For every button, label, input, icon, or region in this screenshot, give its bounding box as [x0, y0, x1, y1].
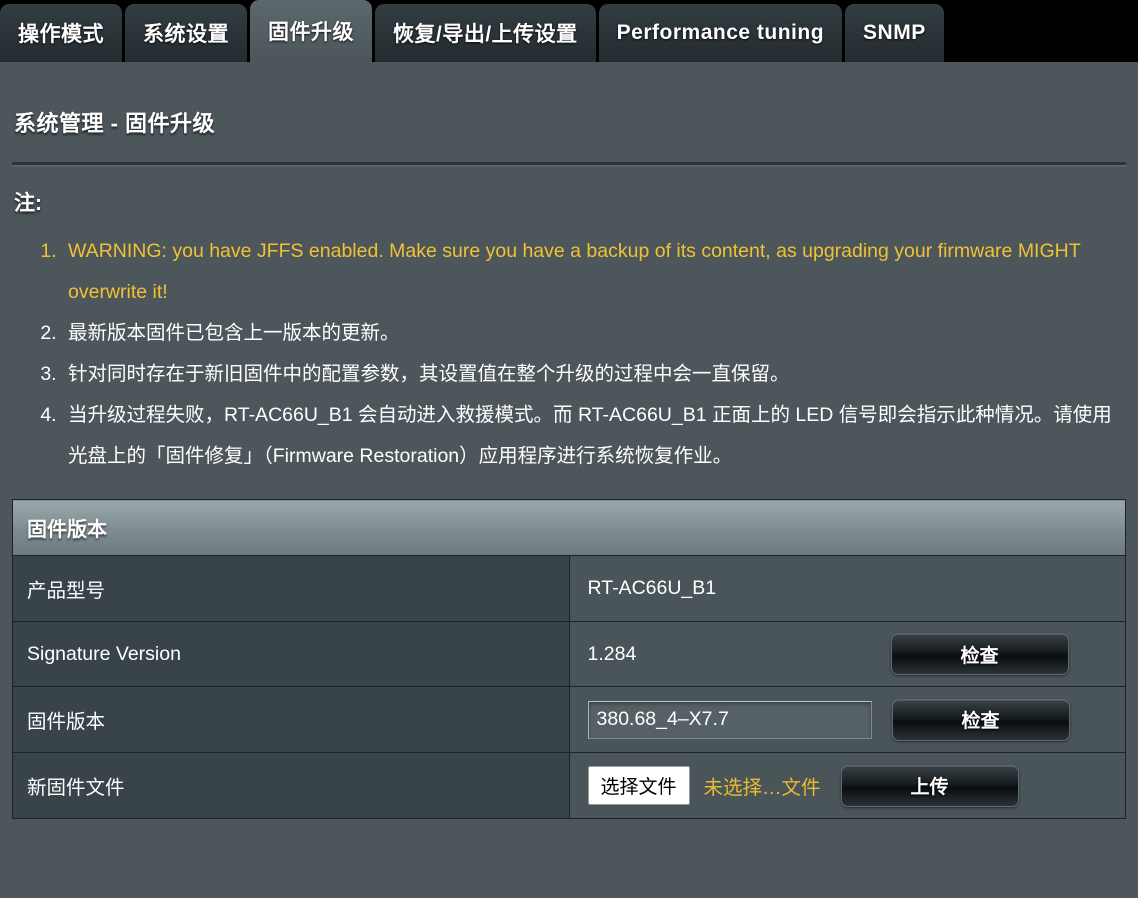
tab-label: 恢复/导出/上传设置 — [393, 23, 578, 46]
row-value-new-firmware-file: 选择文件 未选择…文件 上传 — [569, 752, 1126, 819]
tab-performance-tuning[interactable]: Performance tuning — [598, 4, 843, 62]
tab-label: 系统设置 — [143, 23, 229, 46]
tab-restore-export-upload-settings[interactable]: 恢复/导出/上传设置 — [375, 4, 596, 62]
row-value-firmware-version: 检查 — [569, 686, 1126, 753]
notes-list: WARNING: you have JFFS enabled. Make sur… — [12, 231, 1126, 477]
file-selection-status: 未选择…文件 — [703, 777, 821, 799]
table-row: 新固件文件 选择文件 未选择…文件 上传 — [12, 752, 1126, 819]
note-item: 最新版本固件已包含上一版本的更新。 — [62, 313, 1126, 354]
table-section-header-row: 固件版本 — [12, 499, 1126, 556]
page-title: 系统管理 - 固件升级 — [14, 111, 216, 136]
tab-label: 固件升级 — [268, 21, 354, 44]
table-row: 产品型号 RT-AC66U_B1 — [12, 555, 1126, 622]
content-area: 系统管理 - 固件升级 注: WARNING: you have JFFS en… — [0, 62, 1138, 898]
tab-label: SNMP — [863, 21, 926, 44]
check-firmware-version-button[interactable]: 检查 — [891, 698, 1070, 741]
row-label-new-firmware-file: 新固件文件 — [12, 752, 570, 819]
row-label-signature-version: Signature Version — [12, 621, 570, 687]
upload-firmware-button[interactable]: 上传 — [840, 764, 1019, 807]
file-input[interactable]: 选择文件 未选择…文件 — [587, 766, 821, 805]
tab-system-settings[interactable]: 系统设置 — [125, 4, 247, 62]
row-value-product-model: RT-AC66U_B1 — [569, 555, 1126, 622]
tab-firmware-upgrade[interactable]: 固件升级 — [250, 0, 372, 62]
firmware-version-input[interactable] — [587, 700, 872, 739]
tab-label: 操作模式 — [18, 23, 104, 46]
tab-snmp[interactable]: SNMP — [845, 4, 944, 62]
product-model-value: RT-AC66U_B1 — [587, 577, 717, 599]
choose-file-button[interactable]: 选择文件 — [587, 766, 690, 805]
check-signature-version-button[interactable]: 检查 — [890, 633, 1069, 675]
row-label-product-model: 产品型号 — [12, 555, 570, 622]
note-item: 针对同时存在于新旧固件中的配置参数，其设置值在整个升级的过程中会一直保留。 — [62, 354, 1126, 395]
row-value-signature-version: 1.284 检查 — [569, 621, 1126, 687]
table-row: Signature Version 1.284 检查 — [12, 621, 1126, 687]
notes-heading: 注: — [14, 192, 42, 215]
tab-label: Performance tuning — [616, 21, 825, 44]
table-row: 固件版本 检查 — [12, 686, 1126, 753]
note-item: WARNING: you have JFFS enabled. Make sur… — [62, 231, 1126, 313]
firmware-version-table: 固件版本 产品型号 RT-AC66U_B1 Signature Version … — [12, 499, 1126, 819]
section-title: 固件版本 — [12, 499, 1126, 556]
tab-operation-mode[interactable]: 操作模式 — [0, 4, 122, 62]
note-item: 当升级过程失败，RT-AC66U_B1 会自动进入救援模式。而 RT-AC66U… — [62, 395, 1126, 477]
tab-bar: 操作模式 系统设置 固件升级 恢复/导出/上传设置 Performance tu… — [0, 0, 1138, 62]
row-label-firmware-version: 固件版本 — [12, 686, 570, 753]
signature-version-value: 1.284 — [587, 642, 637, 665]
